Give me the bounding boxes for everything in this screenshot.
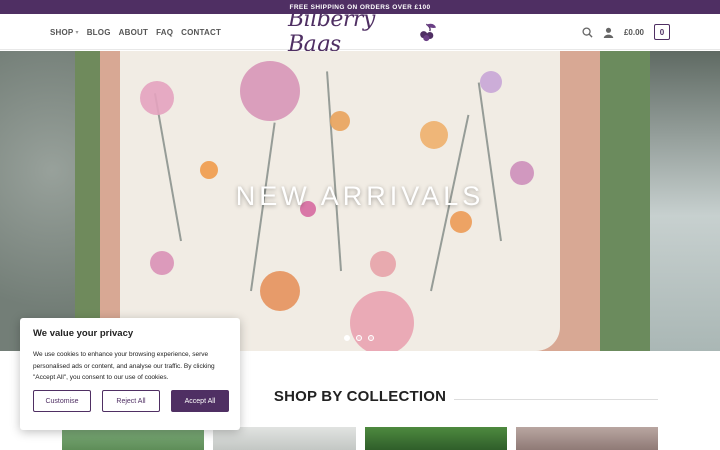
- nav-contact[interactable]: CONTACT: [181, 28, 221, 37]
- chevron-down-icon: ▾: [75, 29, 79, 36]
- accept-all-button[interactable]: Accept All: [171, 390, 229, 412]
- user-icon[interactable]: [603, 27, 614, 38]
- nav-faq[interactable]: FAQ: [156, 28, 173, 37]
- reject-all-button[interactable]: Reject All: [102, 390, 160, 412]
- main-nav: SHOP ▾ BLOG ABOUT FAQ CONTACT: [50, 14, 221, 50]
- hero-title: NEW ARRIVALS: [235, 181, 485, 211]
- nav-about[interactable]: ABOUT: [119, 28, 148, 37]
- cart-count: 0: [659, 27, 665, 37]
- cart-icon[interactable]: 0: [654, 24, 670, 40]
- section-title: SHOP BY COLLECTION: [265, 388, 455, 405]
- slider-dot-1[interactable]: [344, 335, 350, 341]
- cookie-text: We use cookies to enhance your browsing …: [33, 351, 215, 382]
- cookie-title: We value your privacy: [33, 328, 134, 339]
- collection-card-3[interactable]: [364, 427, 507, 450]
- cookie-consent-dialog: We value your privacy We use cookies to …: [20, 318, 240, 430]
- header-actions: £0.00 0: [582, 14, 670, 50]
- search-icon[interactable]: [582, 26, 593, 38]
- nav-shop[interactable]: SHOP ▾: [50, 28, 79, 37]
- hero-slider[interactable]: NEW ARRIVALS: [0, 51, 720, 351]
- slider-dot-3[interactable]: [368, 335, 374, 341]
- nav-contact-label: CONTACT: [181, 27, 222, 37]
- site-logo[interactable]: Bilberry Bags: [288, 7, 438, 57]
- customise-button[interactable]: Customise: [33, 390, 91, 412]
- nav-about-label: ABOUT: [118, 27, 149, 37]
- cart-amount[interactable]: £0.00: [624, 28, 644, 37]
- collection-card-4[interactable]: [515, 427, 658, 450]
- collection-card-2[interactable]: [213, 427, 356, 450]
- collection-grid: [62, 427, 658, 450]
- berry-logo-icon: [420, 23, 437, 42]
- nav-shop-label: SHOP: [50, 27, 74, 37]
- nav-blog-label: BLOG: [86, 27, 111, 37]
- nav-blog[interactable]: BLOG: [87, 28, 111, 37]
- slider-dots: [344, 335, 374, 341]
- slider-dot-2[interactable]: [356, 335, 362, 341]
- site-header: SHOP ▾ BLOG ABOUT FAQ CONTACT Bilberry B…: [0, 7, 720, 57]
- nav-faq-label: FAQ: [156, 27, 174, 37]
- collection-card-1[interactable]: [62, 427, 205, 450]
- cookie-actions: Customise Reject All Accept All: [33, 390, 229, 412]
- logo-text: Bilberry Bags: [288, 7, 375, 57]
